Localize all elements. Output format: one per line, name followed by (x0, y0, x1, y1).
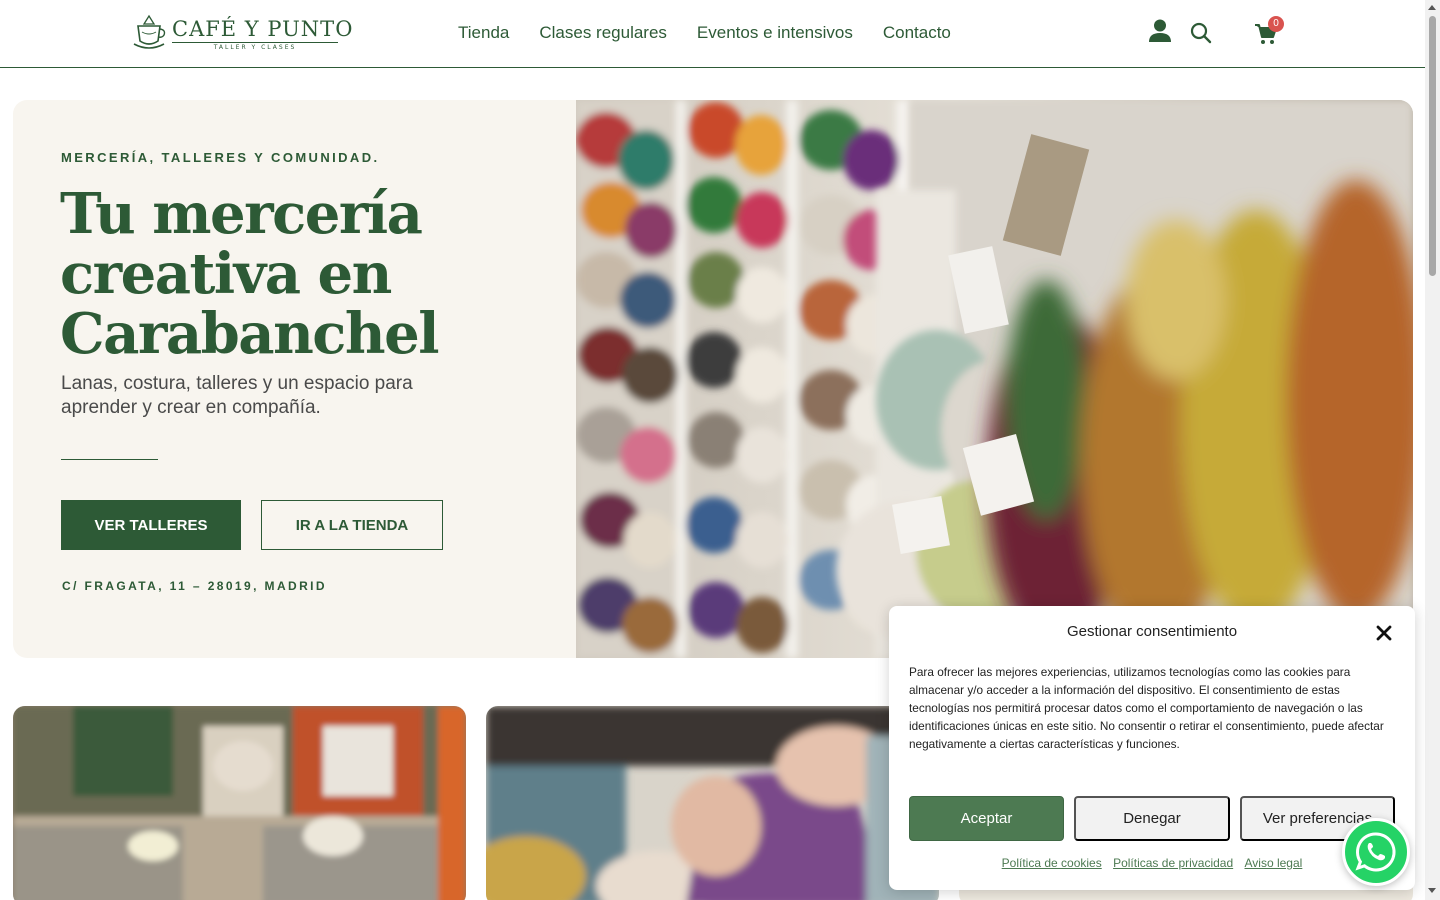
scroll-down-icon[interactable] (1428, 888, 1436, 893)
site-logo[interactable]: CAFÉ Y PUNTO TALLER Y CLASES (130, 14, 353, 54)
nav-item-eventos[interactable]: Eventos e intensivos (697, 23, 853, 43)
whatsapp-icon (1355, 832, 1396, 872)
whatsapp-button[interactable] (1342, 818, 1410, 886)
close-icon[interactable] (1375, 624, 1393, 642)
yarn-shelf-photo (576, 100, 1413, 658)
ir-a-la-tienda-button[interactable]: IR A LA TIENDA (261, 500, 443, 550)
consent-links: Política de cookies Políticas de privaci… (889, 856, 1415, 870)
cookie-consent-dialog: Gestionar consentimiento Para ofrecer la… (889, 606, 1415, 890)
hero-title: Tu mercería creativa en Carabanchel (60, 181, 440, 367)
knitting-class-card[interactable] (486, 706, 939, 900)
nav-item-contacto[interactable]: Contacto (883, 23, 951, 43)
logo-title: CAFÉ Y PUNTO (172, 16, 354, 41)
main-nav: Tienda Clases regulares Eventos e intens… (458, 23, 951, 43)
shop-interior-photo (13, 706, 466, 900)
privacy-policy-link[interactable]: Políticas de privacidad (1113, 856, 1233, 870)
page-scrollbar[interactable] (1425, 0, 1440, 900)
user-icon[interactable] (1147, 18, 1173, 44)
legal-notice-link[interactable]: Aviso legal (1245, 856, 1303, 870)
nav-item-clases-regulares[interactable]: Clases regulares (539, 23, 667, 43)
hero-section: MERCERÍA, TALLERES Y COMUNIDAD. Tu merce… (13, 100, 1413, 658)
search-icon[interactable] (1189, 21, 1213, 45)
hero-subtitle: Lanas, costura, talleres y un espacio pa… (61, 373, 413, 418)
logo-subtitle: TALLER Y CLASES (172, 41, 338, 51)
knitting-hands-photo (486, 706, 939, 900)
nav-item-tienda[interactable]: Tienda (458, 23, 509, 43)
scroll-up-icon[interactable] (1428, 5, 1436, 10)
cart-count-badge: 0 (1268, 16, 1284, 32)
coffee-cup-logo-icon (133, 14, 166, 49)
shop-interior-card[interactable] (13, 706, 466, 900)
consent-text: Para ofrecer las mejores experiencias, u… (909, 665, 1384, 751)
ver-talleres-button[interactable]: VER TALLERES (61, 500, 241, 550)
hero-eyebrow: MERCERÍA, TALLERES Y COMUNIDAD. (61, 150, 380, 165)
scrollbar-thumb[interactable] (1429, 16, 1436, 276)
deny-button[interactable]: Denegar (1074, 796, 1230, 841)
cookie-policy-link[interactable]: Política de cookies (1002, 856, 1102, 870)
shop-address: C/ FRAGATA, 11 – 28019, MADRID (62, 579, 327, 593)
hero-divider (61, 459, 158, 460)
site-header: CAFÉ Y PUNTO TALLER Y CLASES Tienda Clas… (0, 0, 1425, 68)
consent-title: Gestionar consentimiento (1066, 623, 1238, 640)
hero-text-panel: MERCERÍA, TALLERES Y COMUNIDAD. Tu merce… (13, 100, 576, 658)
accept-button[interactable]: Aceptar (909, 796, 1064, 841)
